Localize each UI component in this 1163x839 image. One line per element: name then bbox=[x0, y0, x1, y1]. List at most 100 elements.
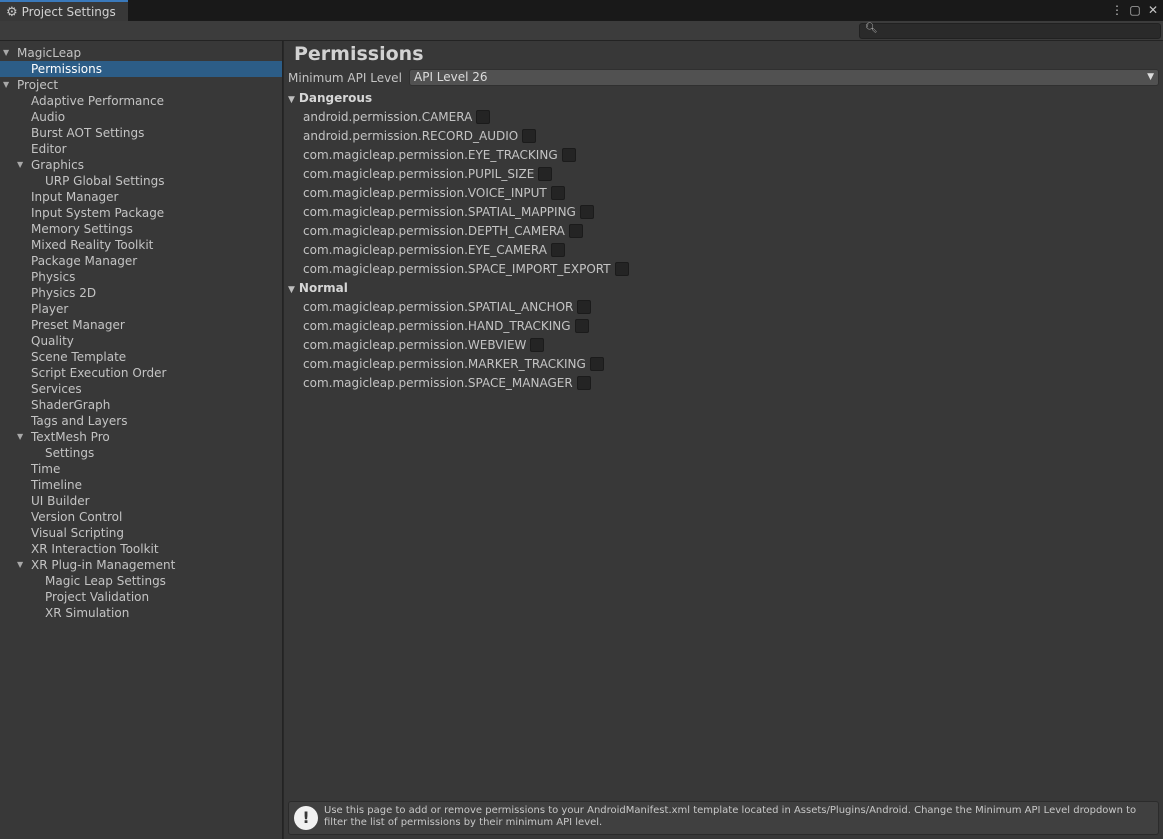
sidebar-item-input-system-package[interactable]: Input System Package bbox=[0, 205, 282, 221]
api-level-dropdown[interactable]: API Level 26 ▼ bbox=[409, 69, 1159, 86]
sidebar-item-package-manager[interactable]: Package Manager bbox=[0, 253, 282, 269]
close-icon[interactable]: ✕ bbox=[1147, 2, 1159, 18]
permission-label: com.magicleap.permission.SPACE_MANAGER bbox=[303, 376, 573, 390]
expand-arrow-icon[interactable]: ▼ bbox=[17, 557, 27, 573]
sidebar-item-project-validation[interactable]: Project Validation bbox=[0, 589, 282, 605]
permission-label: com.magicleap.permission.MARKER_TRACKING bbox=[303, 357, 586, 371]
sidebar-item-magicleap[interactable]: ▼ MagicLeap bbox=[0, 45, 282, 61]
sidebar-item-label: Magic Leap Settings bbox=[45, 574, 166, 588]
sidebar-item-label: Player bbox=[31, 302, 69, 316]
sidebar-item-adaptive-performance[interactable]: Adaptive Performance bbox=[0, 93, 282, 109]
sidebar-item-xr-simulation[interactable]: XR Simulation bbox=[0, 605, 282, 621]
sidebar-item-label: Script Execution Order bbox=[31, 366, 167, 380]
permission-row: com.magicleap.permission.SPACE_IMPORT_EX… bbox=[303, 261, 629, 277]
permission-checkbox[interactable] bbox=[538, 167, 553, 181]
sidebar-item-label: ShaderGraph bbox=[31, 398, 111, 412]
permission-row: com.magicleap.permission.DEPTH_CAMERA bbox=[303, 223, 583, 239]
sidebar-item-xr-plug-in-management[interactable]: ▼ XR Plug-in Management bbox=[0, 557, 282, 573]
permission-checkbox[interactable] bbox=[614, 262, 629, 276]
sidebar-item-textmesh-pro[interactable]: ▼ TextMesh Pro bbox=[0, 429, 282, 445]
permission-checkbox[interactable] bbox=[568, 224, 583, 238]
sidebar-item-label: Version Control bbox=[31, 510, 123, 524]
sidebar-item-label: Preset Manager bbox=[31, 318, 125, 332]
sidebar-item-editor[interactable]: Editor bbox=[0, 141, 282, 157]
permission-checkbox[interactable] bbox=[574, 319, 589, 333]
sidebar-item-ui-builder[interactable]: UI Builder bbox=[0, 493, 282, 509]
sidebar-item-label: Burst AOT Settings bbox=[31, 126, 145, 140]
permission-checkbox[interactable] bbox=[476, 110, 491, 124]
api-level-value: API Level 26 bbox=[414, 70, 488, 84]
sidebar-item-memory-settings[interactable]: Memory Settings bbox=[0, 221, 282, 237]
sidebar-item-services[interactable]: Services bbox=[0, 381, 282, 397]
sidebar-item-label: Timeline bbox=[31, 478, 83, 492]
permission-checkbox[interactable] bbox=[522, 129, 537, 143]
gear-icon: ⚙ bbox=[6, 4, 18, 20]
sidebar-item-mixed-reality-toolkit[interactable]: Mixed Reality Toolkit bbox=[0, 237, 282, 253]
sidebar-item-label: Project bbox=[17, 78, 59, 92]
permission-checkbox[interactable] bbox=[550, 243, 565, 257]
toolbar: 🔍︎ bbox=[0, 21, 1163, 41]
permission-label: com.magicleap.permission.EYE_TRACKING bbox=[303, 148, 558, 162]
permission-label: com.magicleap.permission.WEBVIEW bbox=[303, 338, 527, 352]
sidebar-item-burst-aot-settings[interactable]: Burst AOT Settings bbox=[0, 125, 282, 141]
section-title: Normal bbox=[298, 281, 348, 295]
foldout-arrow-icon[interactable]: ▼ bbox=[288, 95, 295, 105]
sidebar-item-shadergraph[interactable]: ShaderGraph bbox=[0, 397, 282, 413]
sidebar-item-graphics[interactable]: ▼ Graphics bbox=[0, 157, 282, 173]
sidebar-item-player[interactable]: Player bbox=[0, 301, 282, 317]
sidebar-item-permissions[interactable]: Permissions bbox=[0, 61, 282, 77]
page-title: Permissions bbox=[294, 43, 424, 65]
foldout-arrow-icon[interactable]: ▼ bbox=[288, 285, 295, 295]
sidebar-item-script-execution-order[interactable]: Script Execution Order bbox=[0, 365, 282, 381]
sidebar-item-preset-manager[interactable]: Preset Manager bbox=[0, 317, 282, 333]
sidebar-item-project[interactable]: ▼ Project bbox=[0, 77, 282, 93]
expand-arrow-icon[interactable]: ▼ bbox=[3, 45, 13, 61]
expand-arrow-icon[interactable]: ▼ bbox=[17, 157, 27, 173]
permission-row: com.magicleap.permission.HAND_TRACKING bbox=[303, 318, 589, 334]
sidebar-item-timeline[interactable]: Timeline bbox=[0, 477, 282, 493]
chevron-down-icon: ▼ bbox=[1147, 72, 1154, 82]
permission-label: com.magicleap.permission.VOICE_INPUT bbox=[303, 186, 547, 200]
sidebar-item-version-control[interactable]: Version Control bbox=[0, 509, 282, 525]
permission-checkbox[interactable] bbox=[561, 148, 576, 162]
sidebar-item-label: Physics 2D bbox=[31, 286, 97, 300]
sidebar-item-label: Services bbox=[31, 382, 82, 396]
sidebar-item-physics[interactable]: Physics bbox=[0, 269, 282, 285]
sidebar-item-input-manager[interactable]: Input Manager bbox=[0, 189, 282, 205]
expand-arrow-icon[interactable]: ▼ bbox=[17, 429, 27, 445]
permission-checkbox[interactable] bbox=[577, 300, 592, 314]
maximize-icon[interactable]: ▢ bbox=[1129, 2, 1141, 18]
permission-label: com.magicleap.permission.EYE_CAMERA bbox=[303, 243, 547, 257]
sidebar-item-urp-global-settings[interactable]: URP Global Settings bbox=[0, 173, 282, 189]
sidebar-item-label: Mixed Reality Toolkit bbox=[31, 238, 154, 252]
sidebar-item-time[interactable]: Time bbox=[0, 461, 282, 477]
sidebar-item-label: Time bbox=[31, 462, 61, 476]
permission-row: com.magicleap.permission.SPATIAL_ANCHOR bbox=[303, 299, 592, 315]
sidebar-item-settings[interactable]: Settings bbox=[0, 445, 282, 461]
sidebar-item-magic-leap-settings[interactable]: Magic Leap Settings bbox=[0, 573, 282, 589]
sidebar-item-visual-scripting[interactable]: Visual Scripting bbox=[0, 525, 282, 541]
permission-label: android.permission.RECORD_AUDIO bbox=[303, 129, 519, 143]
section-normal[interactable]: ▼ Normal bbox=[288, 280, 348, 296]
expand-arrow-icon[interactable]: ▼ bbox=[3, 77, 13, 93]
permission-checkbox[interactable] bbox=[530, 338, 545, 352]
kebab-menu-icon[interactable]: ⋮ bbox=[1111, 2, 1123, 18]
sidebar-item-label: Audio bbox=[31, 110, 66, 124]
section-dangerous[interactable]: ▼ Dangerous bbox=[288, 90, 372, 106]
search-input[interactable]: 🔍︎ bbox=[859, 23, 1161, 39]
permission-row: com.magicleap.permission.SPACE_MANAGER bbox=[303, 375, 591, 391]
permission-checkbox[interactable] bbox=[589, 357, 604, 371]
sidebar-item-audio[interactable]: Audio bbox=[0, 109, 282, 125]
permission-row: com.magicleap.permission.WEBVIEW bbox=[303, 337, 545, 353]
permission-row: com.magicleap.permission.EYE_CAMERA bbox=[303, 242, 565, 258]
sidebar-item-quality[interactable]: Quality bbox=[0, 333, 282, 349]
permission-checkbox[interactable] bbox=[550, 186, 565, 200]
tab-project-settings[interactable]: ⚙ Project Settings bbox=[0, 0, 128, 22]
sidebar-item-physics-2d[interactable]: Physics 2D bbox=[0, 285, 282, 301]
permission-checkbox[interactable] bbox=[579, 205, 594, 219]
sidebar-item-xr-interaction-toolkit[interactable]: XR Interaction Toolkit bbox=[0, 541, 282, 557]
sidebar-item-scene-template[interactable]: Scene Template bbox=[0, 349, 282, 365]
sidebar-item-tags-and-layers[interactable]: Tags and Layers bbox=[0, 413, 282, 429]
permission-checkbox[interactable] bbox=[576, 376, 591, 390]
sidebar-item-label: URP Global Settings bbox=[45, 174, 165, 188]
